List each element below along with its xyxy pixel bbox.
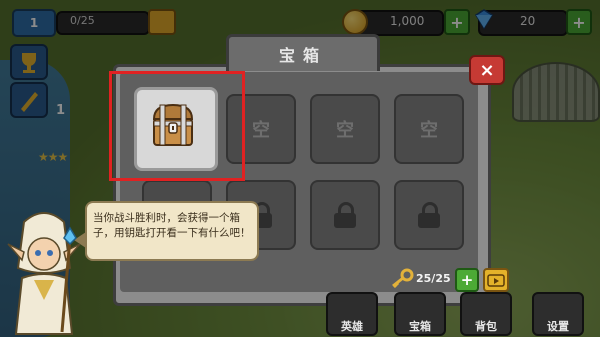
nav-heroes-label: 英雄	[341, 320, 363, 333]
nav-settings-label: 设置	[547, 320, 569, 333]
close-button[interactable]: ×	[469, 55, 505, 85]
nav-bag-label: 背包	[475, 320, 497, 333]
guide-character	[7, 212, 81, 335]
watch-video-button[interactable]	[483, 268, 509, 292]
empty-label: 空	[252, 120, 270, 141]
nav-chest-label: 宝箱	[409, 320, 431, 333]
tutorial-tooltip-text: 当你战斗胜利时，会获得一个箱子，用钥匙打开看一下有什么吧！	[93, 212, 251, 239]
chest-slot-3[interactable]: 空	[310, 94, 380, 164]
key-count: 25/25	[416, 272, 451, 285]
empty-label: 空	[336, 120, 354, 141]
video-icon	[487, 274, 505, 287]
chest-slot-7[interactable]	[310, 180, 380, 250]
lock-icon	[334, 202, 356, 228]
empty-label: 空	[420, 120, 438, 141]
tutorial-highlight-frame	[109, 71, 245, 181]
dialog-title: 宝箱	[226, 34, 380, 71]
add-keys-button[interactable]: +	[455, 268, 479, 292]
chest-slot-8[interactable]	[394, 180, 464, 250]
key-icon	[392, 268, 414, 288]
lock-icon	[418, 202, 440, 228]
chest-slot-4[interactable]: 空	[394, 94, 464, 164]
